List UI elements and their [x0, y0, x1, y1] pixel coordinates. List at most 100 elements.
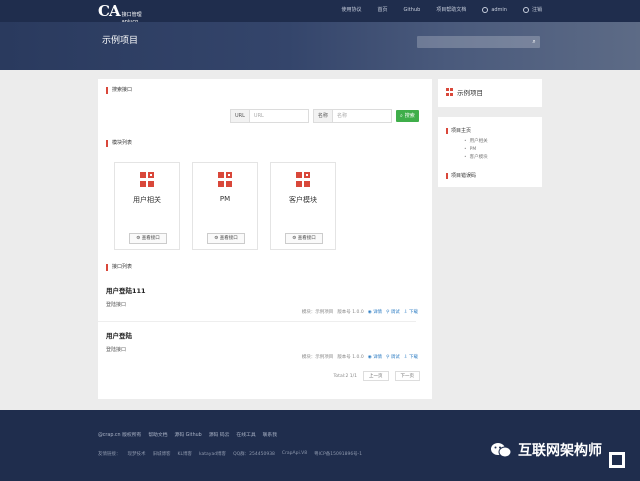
module-link[interactable]: 用户相关 — [464, 138, 488, 146]
module-name: PM — [219, 195, 231, 203]
view-interfaces-label: 查看接口 — [297, 236, 316, 241]
footer-link[interactable]: 联系我 — [263, 431, 277, 438]
search-form: URL URL 名称 名称 ⌕ 搜索 — [230, 109, 419, 123]
logo-ca: CA — [98, 2, 121, 20]
prev-page-button[interactable]: 上一页 — [363, 371, 389, 381]
debug-label: 调试 — [390, 310, 400, 315]
view-interfaces-label: 查看接口 — [141, 236, 160, 241]
logo-cn: 接口管理 — [121, 12, 142, 18]
interface-item: 用户登陆 登陆接口 模块：示例项目 版本号 1.0.0 ◉ 详情 ⚲ 调试 ⇩ … — [106, 330, 418, 360]
power-icon — [522, 6, 529, 13]
view-interfaces-button[interactable]: ⚙ 查看接口 — [207, 233, 245, 244]
wechat-icon — [491, 443, 512, 458]
search-section-title: 搜索接口 — [106, 87, 132, 94]
module-name: 用户相关 — [133, 196, 161, 204]
interface-meta: 模块：示例项目 版本号 1.0.0 ◉ 详情 ⚲ 调试 ⇩ 下载 — [302, 354, 418, 360]
interface-desc: 登陆接口 — [106, 302, 127, 308]
module-list: 用户相关 ⚙ 查看接口 PM ⚙ 查看接口 客户模块 ⚙ 查看接口 — [114, 162, 336, 250]
friend-link[interactable]: KL博客 — [178, 451, 192, 457]
grid-icon — [446, 88, 454, 96]
footer-link[interactable]: 源码 Github — [175, 431, 202, 438]
module-name: 客户模块 — [289, 196, 317, 204]
nav-user-label: admin — [491, 6, 507, 13]
friend-links-label: 友情链接： — [98, 452, 121, 457]
download-label: 下载 — [409, 310, 418, 315]
view-interfaces-button[interactable]: ⚙ 查看接口 — [285, 233, 323, 244]
nav-logout[interactable]: 注销 — [522, 6, 542, 13]
download-link[interactable]: ⇩ 下载 — [404, 354, 418, 360]
search-icon[interactable]: ⌕ — [530, 38, 538, 46]
name-input[interactable]: 名称 — [332, 110, 391, 122]
detail-link[interactable]: ◉ 详情 — [368, 309, 382, 315]
grid-icon — [140, 172, 155, 187]
interface-title[interactable]: 用户登陆111 — [106, 285, 418, 295]
watermark: 互联网架构师 — [490, 440, 602, 460]
top-navbar: CA 接口管理 apiucp 使用协议 首页 Github 项目帮助文档 adm… — [0, 0, 640, 25]
footer-link[interactable]: 源码 码云 — [209, 431, 230, 438]
debug-label: 调试 — [390, 355, 400, 360]
interface-version: 版本号 1.0.0 — [337, 310, 364, 315]
error-codes-link[interactable]: 项目错误码 — [446, 173, 476, 179]
interface-desc: 登陆接口 — [106, 347, 127, 353]
back-to-top-icon[interactable] — [607, 450, 627, 470]
footer-link[interactable]: 在线工具 — [236, 431, 255, 438]
project-card[interactable]: 示例项目 — [438, 79, 542, 107]
nav-user[interactable]: admin — [482, 6, 507, 13]
detail-label: 详情 — [373, 355, 383, 360]
module-card[interactable]: 客户模块 ⚙ 查看接口 — [270, 162, 336, 250]
friend-link[interactable]: katayad博客 — [199, 451, 226, 457]
debug-link[interactable]: ⚲ 调试 — [386, 354, 400, 360]
pagination: Total:2 1/1 上一页 下一页 — [333, 371, 420, 381]
nav-logout-label: 注销 — [531, 7, 542, 13]
footer-copyright: @crap.cn 版权所有 — [98, 433, 142, 438]
interface-item: 用户登陆111 登陆接口 模块：示例项目 版本号 1.0.0 ◉ 详情 ⚲ 调试… — [106, 285, 418, 315]
icp-number[interactable]: 粤ICP备15091896号-1 — [314, 451, 362, 457]
download-link[interactable]: ⇩ 下载 — [404, 309, 418, 315]
name-field: 名称 名称 — [312, 109, 392, 123]
friend-link[interactable]: 现梦技术 — [128, 451, 146, 457]
project-home-link[interactable]: 项目主页 — [446, 128, 471, 134]
interface-module: 模块：示例项目 — [301, 310, 334, 315]
url-label: URL — [231, 110, 250, 122]
debug-link[interactable]: ⚲ 调试 — [386, 309, 400, 315]
module-link[interactable]: 客户模块 — [464, 154, 488, 162]
module-link[interactable]: PM — [464, 146, 488, 154]
download-label: 下载 — [409, 355, 418, 360]
interface-title[interactable]: 用户登陆 — [106, 330, 418, 340]
search-icon: ⌕ — [399, 113, 403, 119]
banner-search-input[interactable]: ⌕ — [417, 36, 540, 48]
nav-links: 使用协议 首页 Github 项目帮助文档 admin 注销 — [342, 6, 542, 13]
view-interfaces-button[interactable]: ⚙ 查看接口 — [129, 233, 167, 244]
footer-link[interactable]: 帮助文档 — [148, 431, 167, 438]
divider — [98, 321, 416, 322]
next-page-button[interactable]: 下一页 — [394, 371, 420, 381]
interface-meta: 模块：示例项目 版本号 1.0.0 ◉ 详情 ⚲ 调试 ⇩ 下载 — [302, 309, 418, 315]
module-links: 用户相关 PM 客户模块 — [464, 138, 488, 162]
user-icon — [482, 6, 489, 13]
name-label: 名称 — [313, 110, 333, 122]
grid-icon — [218, 172, 233, 187]
detail-label: 详情 — [373, 310, 383, 315]
watermark-text: 互联网架构师 — [518, 443, 602, 459]
pagination-total: Total:2 1/1 — [333, 373, 357, 379]
qq-group: QQ群：254450938 — [233, 452, 275, 457]
nav-link-github[interactable]: Github — [404, 7, 421, 13]
module-card[interactable]: PM ⚙ 查看接口 — [192, 162, 258, 250]
main-content: 搜索接口 URL URL 名称 名称 ⌕ 搜索 模块列表 用户相关 ⚙ 查看接口… — [98, 79, 432, 399]
friend-links: 友情链接： 现梦技术 旧城博客 KL博客 katayad博客 QQ群：25445… — [98, 451, 362, 457]
search-button[interactable]: ⌕ 搜索 — [395, 110, 419, 122]
version-label: CrapApi.V8 — [281, 451, 308, 456]
search-button-label: 搜索 — [404, 113, 415, 119]
nav-link-home[interactable]: 首页 — [378, 6, 388, 13]
grid-icon — [296, 172, 311, 187]
nav-link-help[interactable]: 项目帮助文档 — [436, 6, 466, 13]
nav-link-agreement[interactable]: 使用协议 — [342, 6, 362, 13]
interface-version: 版本号 1.0.0 — [337, 355, 364, 360]
url-input[interactable]: URL — [249, 110, 308, 122]
friend-link[interactable]: 旧城博客 — [153, 451, 171, 457]
module-card[interactable]: 用户相关 ⚙ 查看接口 — [114, 162, 180, 250]
detail-link[interactable]: ◉ 详情 — [368, 354, 382, 360]
modules-section-title: 模块列表 — [106, 140, 132, 147]
interface-module: 模块：示例项目 — [301, 355, 334, 360]
project-title: 示例项目 — [457, 89, 483, 97]
